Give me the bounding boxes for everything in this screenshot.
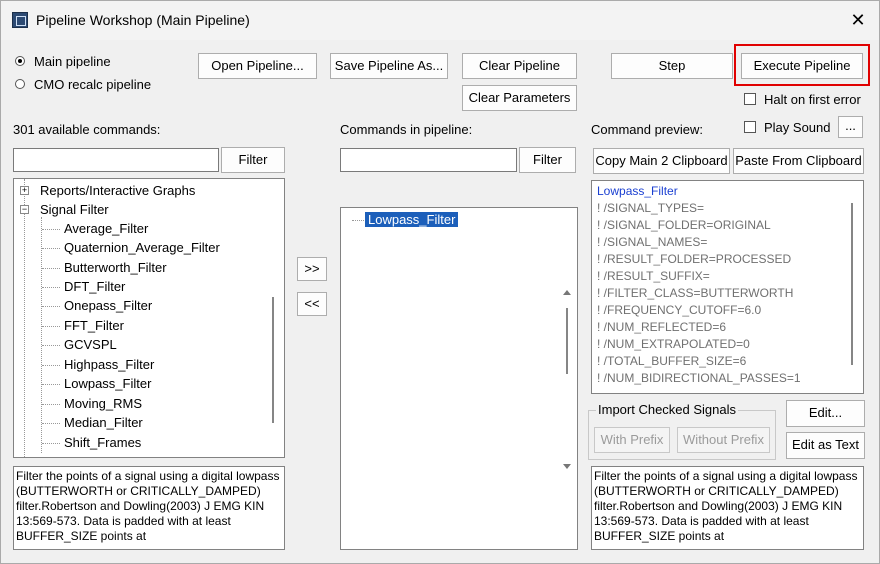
window-border	[0, 0, 880, 564]
